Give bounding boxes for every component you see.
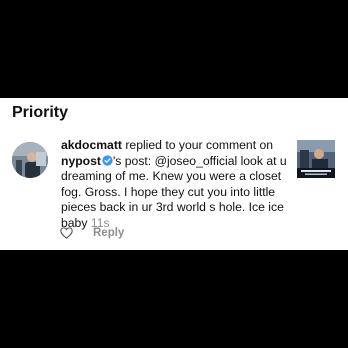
username-link[interactable]: akdocmatt: [61, 138, 122, 152]
notification-panel: Priority akdocmatt replied to your comme…: [0, 98, 348, 250]
action-text: replied to your comment on: [121, 138, 274, 152]
verified-badge-icon: [102, 154, 113, 166]
section-title: Priority: [12, 104, 69, 121]
heart-outline-icon[interactable]: [60, 227, 73, 239]
reply-button[interactable]: Reply: [93, 227, 124, 239]
screen: Priority akdocmatt replied to your comme…: [0, 0, 348, 348]
avatar-photo-icon: [12, 142, 48, 178]
post-thumbnail[interactable]: [297, 140, 335, 178]
post-thumbnail-photo-icon: [297, 140, 335, 178]
action-row: Reply: [60, 225, 124, 241]
notification-text[interactable]: akdocmatt replied to your comment on nyp…: [61, 138, 287, 232]
post-suffix: 's post:: [112, 153, 155, 168]
user-avatar[interactable]: [12, 142, 48, 178]
account-link[interactable]: nypost: [61, 154, 101, 168]
